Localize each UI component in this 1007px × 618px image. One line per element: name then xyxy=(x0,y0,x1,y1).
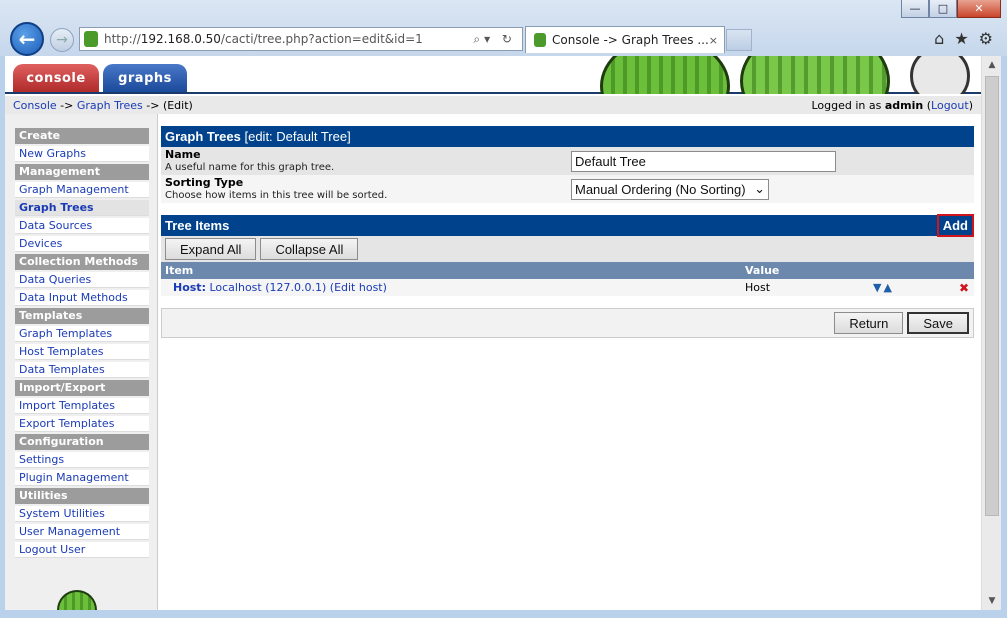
close-window-button[interactable]: ✕ xyxy=(957,0,1001,18)
sidebar-section-header: Management xyxy=(15,164,149,180)
tab-close-icon[interactable]: × xyxy=(709,34,718,47)
address-bar[interactable]: http://192.168.0.50/cacti/tree.php?actio… xyxy=(79,27,523,51)
star-icon[interactable]: ★ xyxy=(954,29,968,48)
sorting-description: Choose how items in this tree will be so… xyxy=(165,189,388,201)
maximize-button[interactable]: □ xyxy=(929,0,957,18)
sidebar-item-data-input-methods[interactable]: Data Input Methods xyxy=(15,290,149,306)
tree-name-input[interactable] xyxy=(571,150,836,172)
address-url[interactable]: http://192.168.0.50/cacti/tree.php?actio… xyxy=(104,32,473,46)
sorting-label: Sorting Type xyxy=(165,175,244,189)
col-value: Value xyxy=(745,264,780,277)
sidebar-item-import-templates[interactable]: Import Templates xyxy=(15,398,149,414)
tree-buttons: Expand All Collapse All xyxy=(161,236,974,262)
login-user: admin xyxy=(884,98,924,112)
scrollbar-thumb[interactable] xyxy=(985,76,999,516)
tab-graphs[interactable]: graphs xyxy=(103,64,187,92)
sorting-type-select[interactable]: Manual Ordering (No Sorting) ⌄ xyxy=(571,178,769,200)
sidebar-item-devices[interactable]: Devices xyxy=(15,236,149,252)
scroll-down-icon[interactable]: ▼ xyxy=(982,592,1002,610)
move-down-icon[interactable]: ▼ xyxy=(873,281,883,294)
arrow-left-icon: ← xyxy=(18,27,36,51)
sorting-row: Sorting Type Choose how items in this tre… xyxy=(161,175,974,203)
add-item-button[interactable]: Add xyxy=(936,214,974,237)
minimize-button[interactable]: — xyxy=(901,0,929,18)
sidebar-item-settings[interactable]: Settings xyxy=(15,452,149,468)
sidebar-section-header: Configuration xyxy=(15,434,149,450)
reorder-arrows: ▼▲ xyxy=(873,281,959,294)
breadcrumb: Console -> Graph Trees -> (Edit) xyxy=(13,98,193,112)
tree-item-link[interactable]: Localhost (127.0.0.1) (Edit host) xyxy=(206,281,386,294)
name-description: A useful name for this graph tree. xyxy=(165,161,335,173)
cacti-logo xyxy=(57,590,97,610)
login-status: Logged in as admin (Logout) xyxy=(811,98,973,112)
breadcrumb-bar: Console -> Graph Trees -> (Edit) Logged … xyxy=(5,96,981,114)
breadcrumb-current: (Edit) xyxy=(162,98,193,112)
tab-console[interactable]: console xyxy=(13,64,99,92)
tree-items-header: Tree Items Add xyxy=(161,214,974,237)
scroll-up-icon[interactable]: ▲ xyxy=(982,56,1002,74)
breadcrumb-console[interactable]: Console xyxy=(13,99,57,112)
main-content: Graph Trees [edit: Default Tree] Name A u… xyxy=(161,126,974,338)
cacti-banner-image xyxy=(590,56,981,94)
logout-link[interactable]: Logout xyxy=(931,99,969,112)
return-button[interactable]: Return xyxy=(834,312,904,334)
name-label: Name xyxy=(165,147,201,161)
sidebar-item-system-utilities[interactable]: System Utilities xyxy=(15,506,149,522)
expand-all-button[interactable]: Expand All xyxy=(165,238,257,260)
col-item: Item xyxy=(165,264,194,277)
browser-chrome: — □ ✕ ← → http://192.168.0.50/cacti/tree… xyxy=(0,0,1007,56)
sidebar-section-header: Import/Export xyxy=(15,380,149,396)
move-up-icon[interactable]: ▲ xyxy=(883,281,893,294)
sidebar-item-graph-trees[interactable]: Graph Trees xyxy=(15,200,149,216)
arrow-right-icon: → xyxy=(56,32,68,48)
tree-item-value: Host xyxy=(745,281,771,294)
gear-icon[interactable]: ⚙ xyxy=(979,29,993,48)
tree-items-title: Tree Items xyxy=(165,218,230,233)
tree-column-header: Item Value xyxy=(161,262,974,279)
sidebar-item-new-graphs[interactable]: New Graphs xyxy=(15,146,149,162)
page-title: Graph Trees xyxy=(165,129,241,144)
chevron-down-icon: ⌄ xyxy=(754,181,765,196)
tree-item-type[interactable]: Host: xyxy=(173,281,206,294)
sidebar-item-host-templates[interactable]: Host Templates xyxy=(15,344,149,360)
save-button[interactable]: Save xyxy=(907,312,969,334)
address-search-refresh-icon[interactable]: ⌕▾ ↻ xyxy=(473,32,516,47)
sidebar-item-logout-user[interactable]: Logout User xyxy=(15,542,149,558)
cacti-favicon-icon xyxy=(84,31,98,47)
tree-row: Host: Localhost (127.0.0.1) (Edit host) … xyxy=(161,279,974,296)
delete-icon[interactable]: ✖ xyxy=(959,281,969,295)
name-row: Name A useful name for this graph tree. xyxy=(161,147,974,175)
collapse-all-button[interactable]: Collapse All xyxy=(260,238,359,260)
sidebar-item-plugin-management[interactable]: Plugin Management xyxy=(15,470,149,486)
sidebar-item-data-queries[interactable]: Data Queries xyxy=(15,272,149,288)
sidebar-section-header: Collection Methods xyxy=(15,254,149,270)
cacti-favicon-icon xyxy=(534,33,546,47)
forward-button[interactable]: → xyxy=(50,28,74,52)
tab-title: Console -> Graph Trees ... xyxy=(552,33,709,47)
page-viewport: console graphs Console -> Graph Trees ->… xyxy=(5,56,981,610)
sidebar-item-data-sources[interactable]: Data Sources xyxy=(15,218,149,234)
window-controls: — □ ✕ xyxy=(901,0,1001,18)
sidebar-section-header: Utilities xyxy=(15,488,149,504)
sidebar-item-user-management[interactable]: User Management xyxy=(15,524,149,540)
cacti-header: console graphs xyxy=(5,56,981,94)
back-button[interactable]: ← xyxy=(10,22,44,56)
sidebar-section-header: Create xyxy=(15,128,149,144)
sidebar-item-data-templates[interactable]: Data Templates xyxy=(15,362,149,378)
page-subtitle: [edit: Default Tree] xyxy=(240,129,351,144)
sidebar-item-graph-management[interactable]: Graph Management xyxy=(15,182,149,198)
page-scrollbar[interactable]: ▲ ▼ xyxy=(981,56,1001,610)
form-footer: Return Save xyxy=(161,308,974,338)
browser-toolbar-icons: ⌂ ★ ⚙ xyxy=(934,29,993,48)
new-tab-button[interactable] xyxy=(726,29,752,51)
breadcrumb-graph-trees[interactable]: Graph Trees xyxy=(77,99,143,112)
home-icon[interactable]: ⌂ xyxy=(934,29,944,48)
graph-trees-header: Graph Trees [edit: Default Tree] xyxy=(161,126,974,147)
sidebar-item-export-templates[interactable]: Export Templates xyxy=(15,416,149,432)
sidebar-section-header: Templates xyxy=(15,308,149,324)
browser-tab[interactable]: Console -> Graph Trees ... × xyxy=(525,26,725,53)
sidebar-item-graph-templates[interactable]: Graph Templates xyxy=(15,326,149,342)
sidebar-menu: Create New Graphs Management Graph Manageme… xyxy=(15,128,149,560)
sidebar: Create New Graphs Management Graph Manageme… xyxy=(5,114,158,610)
